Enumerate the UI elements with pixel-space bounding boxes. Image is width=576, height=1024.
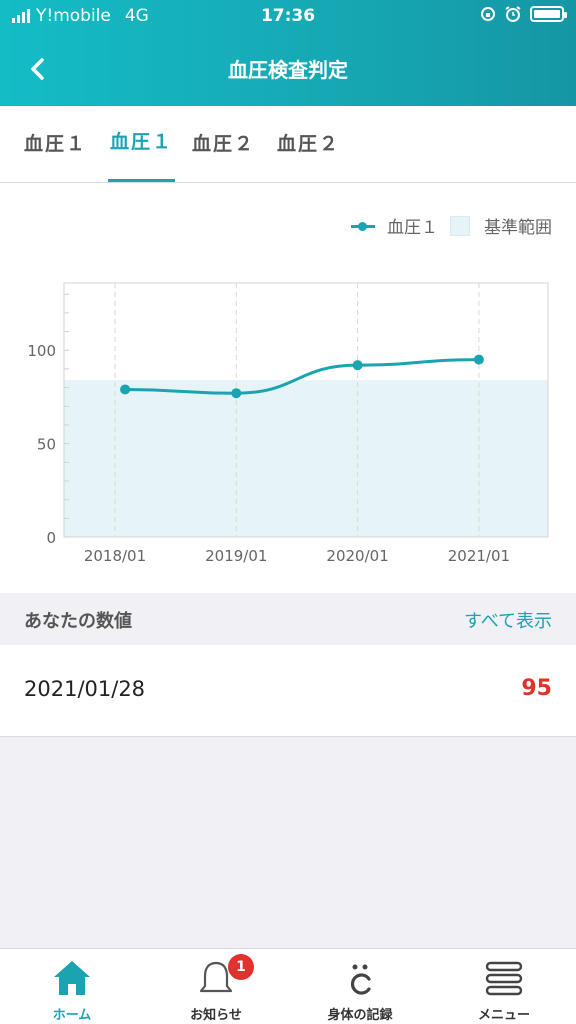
- tab-blood-pressure-1a[interactable]: 血圧１: [24, 106, 87, 182]
- nav-menu-label: メニュー: [477, 1008, 530, 1023]
- values-section-title: あなたの数値: [24, 611, 132, 632]
- status-bar: Y!mobile 4G 17:36: [0, 0, 576, 34]
- value-number: 95: [521, 676, 552, 701]
- nav-notifications[interactable]: 1 お知らせ: [144, 949, 288, 1024]
- values-section-header: あなたの数値 すべて表示: [0, 593, 576, 645]
- chart-panel: 血圧１ 基準範囲 2018/01 2019/01 2020/01 2021/01 0 50…: [0, 183, 576, 593]
- chevron-left-icon: [31, 58, 44, 80]
- x-tick-label: 2019/01: [205, 547, 267, 565]
- data-point: [352, 360, 363, 371]
- y-tick-label: 100: [27, 342, 56, 360]
- nav-menu[interactable]: メニュー: [432, 949, 576, 1024]
- menu-icon: [485, 961, 523, 996]
- nav-home-label: ホーム: [52, 1008, 92, 1023]
- battery-icon: [530, 6, 567, 22]
- bottom-nav: ホーム 1 お知らせ 身体の記録 メニュー: [0, 948, 576, 1024]
- nav-body-record-label: 身体の記録: [327, 1008, 393, 1023]
- back-button[interactable]: [20, 50, 60, 90]
- tab-blood-pressure-2b[interactable]: 血圧２: [277, 106, 340, 182]
- x-tick-label: 2020/01: [326, 547, 388, 565]
- home-icon: [54, 961, 90, 995]
- x-tick-label: 2018/01: [84, 547, 146, 565]
- tab-bar: 血圧１ 血圧１ 血圧２ 血圧２: [0, 106, 576, 183]
- x-tick-label: 2021/01: [448, 547, 510, 565]
- value-date: 2021/01/28: [24, 677, 146, 701]
- app-header: Y!mobile 4G 17:36 血圧検査判定: [0, 0, 576, 106]
- page-title: 血圧検査判定: [228, 58, 348, 82]
- tab-blood-pressure-1b[interactable]: 血圧１: [108, 106, 176, 182]
- nav-home[interactable]: ホーム: [0, 949, 144, 1024]
- y-tick-label: 0: [46, 529, 56, 547]
- value-row[interactable]: 2021/01/28 95: [0, 645, 576, 737]
- nav-body-record[interactable]: 身体の記録: [288, 949, 432, 1024]
- notification-badge: 1: [228, 954, 254, 980]
- y-tick-label: 50: [37, 436, 56, 454]
- blood-pressure-chart: 2018/01 2019/01 2020/01 2021/01 0 50 100: [27, 282, 549, 565]
- data-point: [231, 388, 242, 399]
- show-all-link[interactable]: すべて表示: [464, 607, 552, 633]
- data-point: [120, 384, 131, 395]
- data-point: [473, 354, 484, 365]
- body-record-icon: [350, 964, 371, 995]
- alarm-icon: [505, 6, 521, 22]
- nav-notifications-label: お知らせ: [190, 1008, 242, 1023]
- tab-blood-pressure-2a[interactable]: 血圧２: [192, 106, 255, 182]
- orientation-lock-icon: [481, 7, 495, 21]
- reference-range-band: [64, 380, 548, 537]
